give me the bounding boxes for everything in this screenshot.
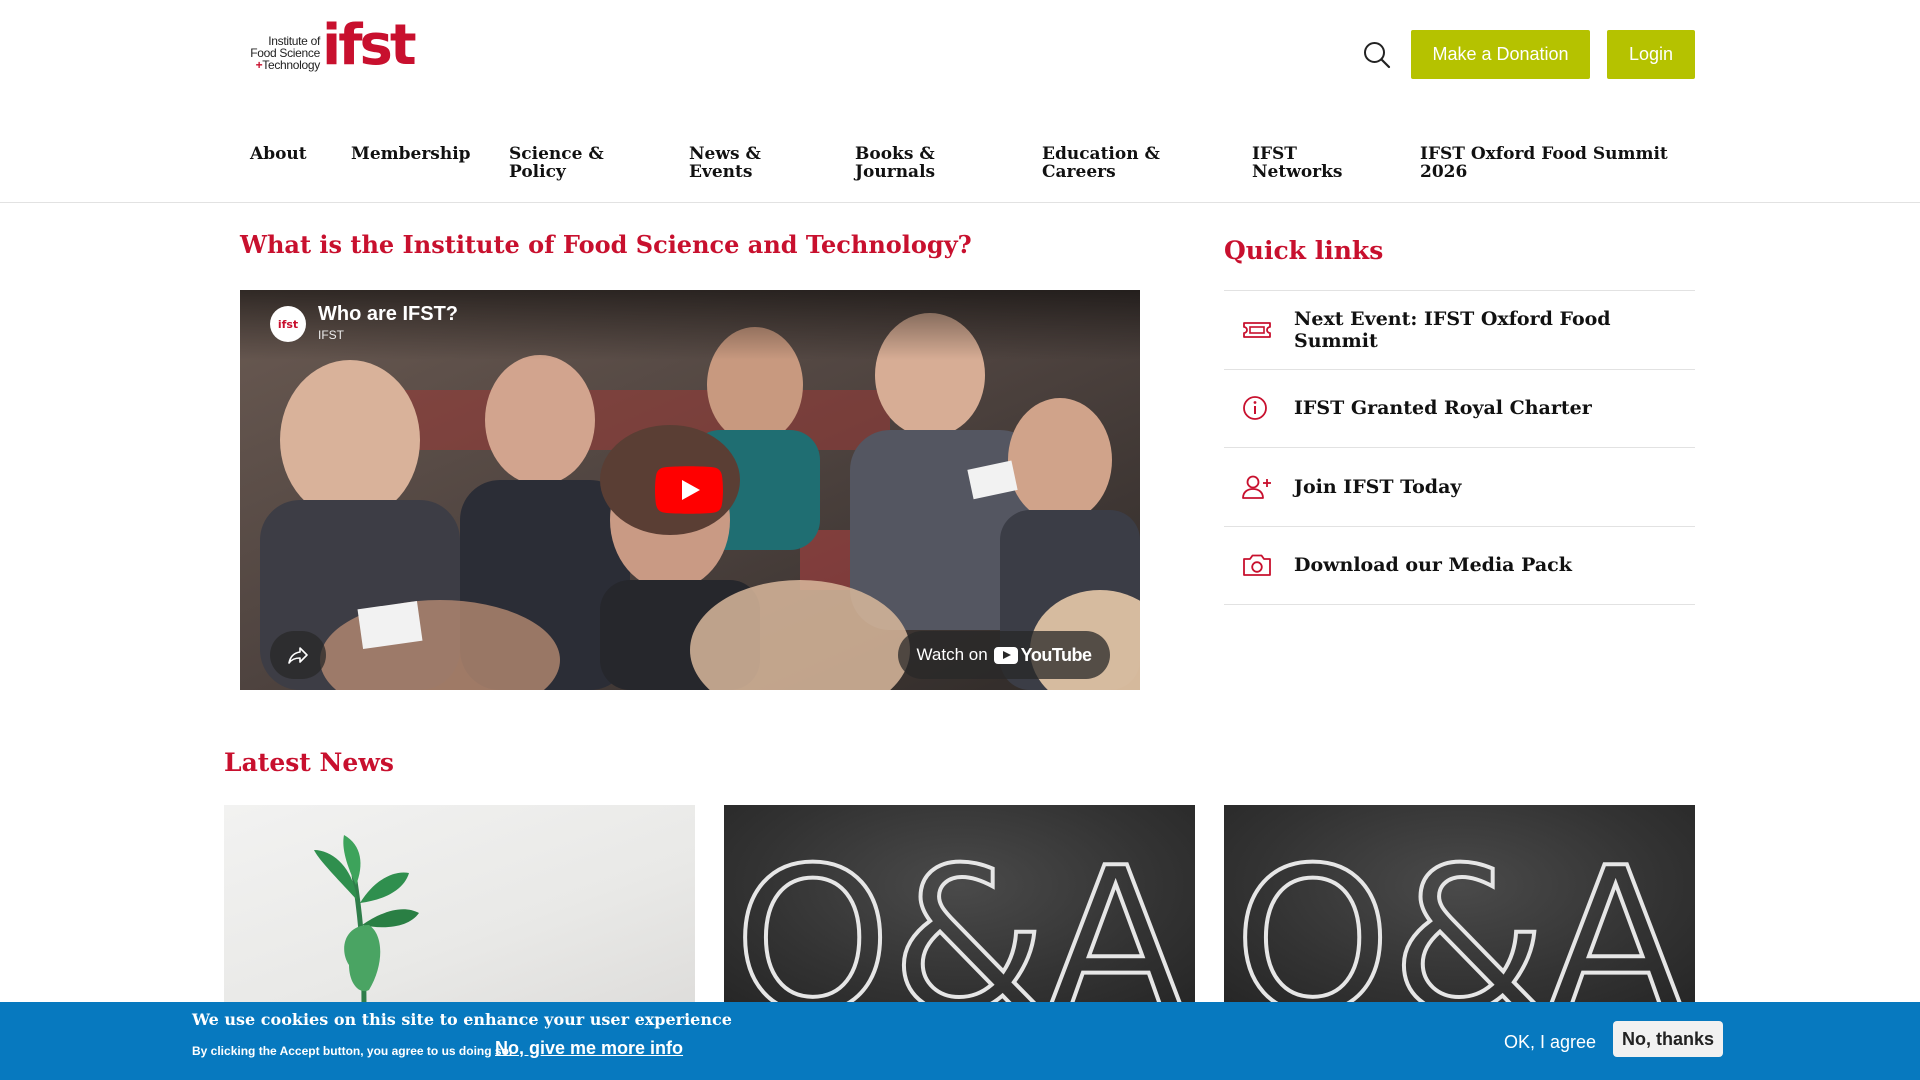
ticket-icon	[1243, 321, 1271, 338]
share-icon	[288, 647, 308, 664]
youtube-video-embed[interactable]: ifst Who are IFST? IFST Watch on YouTube	[240, 290, 1140, 690]
nav-item-oxford-food-summit[interactable]: IFST Oxford Food Summit 2026	[1420, 145, 1670, 181]
news-card-2[interactable]: Q&A	[724, 805, 1195, 1005]
channel-avatar[interactable]: ifst	[270, 306, 306, 342]
youtube-logo: YouTube	[993, 644, 1092, 666]
info-icon	[1243, 396, 1267, 421]
nav-item-science-policy[interactable]: Science & Policy	[509, 145, 619, 181]
search-icon	[1364, 42, 1391, 69]
news-card-1[interactable]	[224, 805, 695, 1005]
video-channel-name: IFST	[318, 328, 344, 342]
cookie-banner: We use cookies on this site to enhance y…	[0, 1002, 1920, 1080]
logo-line-3: +Technology	[240, 58, 321, 72]
quick-link-next-event[interactable]: Next Event: IFST Oxford Food Summit	[1224, 291, 1695, 370]
news-card-3[interactable]: Q&A	[1224, 805, 1695, 1005]
make-donation-button[interactable]: Make a Donation	[1411, 30, 1590, 79]
quick-link-label: Next Event: IFST Oxford Food Summit	[1294, 307, 1611, 352]
logo-line-3-text: Technology	[262, 58, 320, 72]
quick-link-media-pack[interactable]: Download our Media Pack	[1224, 527, 1695, 605]
cookie-title: We use cookies on this site to enhance y…	[192, 1010, 732, 1029]
login-button[interactable]: Login	[1607, 30, 1695, 79]
camera-icon	[1243, 554, 1271, 577]
nav-item-membership[interactable]: Membership	[351, 145, 471, 163]
ifst-logo[interactable]: Institute of Food Science +Technology if…	[240, 14, 416, 78]
quick-links-list: Next Event: IFST Oxford Food Summit IFST…	[1224, 290, 1695, 605]
qa-chalkboard-image: Q&A	[1232, 823, 1686, 1005]
nav-item-books-journals[interactable]: Books & Journals	[855, 145, 945, 181]
youtube-play-icon	[993, 646, 1018, 664]
play-button[interactable]	[655, 466, 723, 514]
cookie-text: By clicking the Accept button, you agree…	[192, 1044, 513, 1058]
logo-wordmark: ifst	[322, 13, 417, 78]
logo-text: Institute of Food Science +Technology	[240, 35, 320, 71]
nav-item-ifst-networks[interactable]: IFST Networks	[1252, 145, 1347, 181]
play-icon	[655, 466, 723, 514]
watch-on-youtube-button[interactable]: Watch on YouTube	[898, 631, 1110, 679]
quick-link-label: IFST Granted Royal Charter	[1294, 397, 1592, 420]
qa-chalk-text: Q&A	[1234, 825, 1684, 1005]
site-header: Institute of Food Science +Technology if…	[0, 0, 1920, 203]
youtube-wordmark: YouTube	[1020, 644, 1092, 665]
add-user-icon	[1242, 475, 1271, 499]
main-nav: About Membership Science & Policy News &…	[0, 145, 1920, 195]
nav-item-news-events[interactable]: News & Events	[689, 145, 769, 181]
search-button[interactable]	[1362, 40, 1392, 70]
quick-links-heading: Quick links	[1224, 236, 1384, 265]
cookie-agree-button[interactable]: OK, I agree	[1500, 1028, 1600, 1056]
nav-item-education-careers[interactable]: Education & Careers	[1042, 145, 1167, 181]
video-title[interactable]: Who are IFST?	[318, 303, 458, 326]
quick-link-royal-charter[interactable]: IFST Granted Royal Charter	[1224, 370, 1695, 448]
qa-chalk-text: Q&A	[734, 825, 1184, 1005]
cookie-decline-button[interactable]: No, thanks	[1613, 1021, 1723, 1057]
nav-item-about[interactable]: About	[250, 145, 307, 163]
cookie-more-info-link[interactable]: No, give me more info	[495, 1038, 683, 1059]
quick-link-join[interactable]: Join IFST Today	[1224, 448, 1695, 527]
qa-chalkboard-image: Q&A	[732, 823, 1186, 1005]
share-button[interactable]	[270, 631, 326, 679]
watch-on-label: Watch on	[916, 645, 988, 664]
latest-news-heading: Latest News	[224, 748, 394, 777]
plant-sprout-image	[314, 835, 419, 1005]
quick-link-label: Download our Media Pack	[1294, 554, 1572, 577]
quick-link-label: Join IFST Today	[1294, 475, 1462, 498]
page-heading: What is the Institute of Food Science an…	[240, 230, 972, 259]
